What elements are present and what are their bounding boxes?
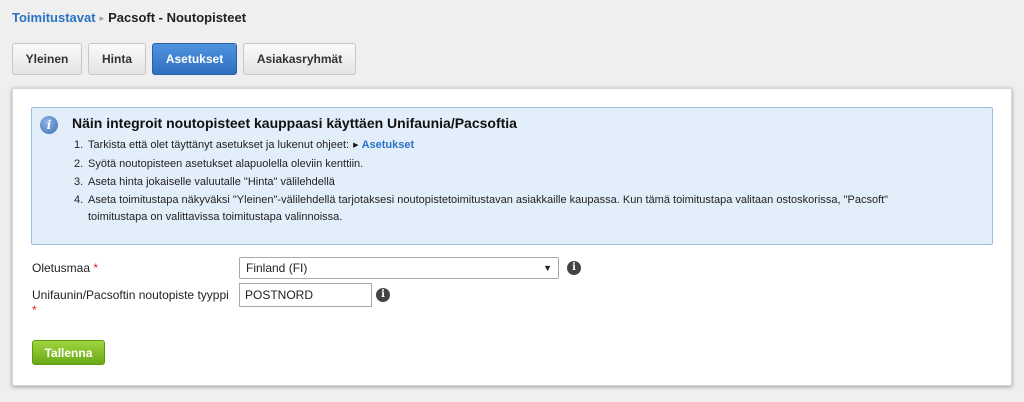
pickup-type-label: Unifaunin/Pacsoftin noutopiste tyyppi *	[32, 288, 229, 317]
pickup-type-help-icon[interactable]: i	[376, 288, 390, 302]
instruction-list: 1. Tarkista että olet täyttänyt asetukset…	[74, 137, 888, 227]
info-box: i Näin integroit noutopisteet kauppaasi …	[31, 107, 993, 245]
country-help-icon[interactable]: i	[567, 261, 581, 275]
required-mark: *	[32, 303, 37, 317]
info-icon: i	[40, 116, 58, 134]
chevron-down-icon: ▼	[543, 263, 552, 273]
page-title: Pacsoft - Noutopisteet	[108, 10, 247, 25]
list-item: 3. Aseta hinta jokaiselle valuutalle "Hin…	[74, 176, 335, 188]
country-label: Oletusmaa *	[32, 261, 99, 275]
country-select[interactable]: Finland (FI) ▼	[239, 257, 559, 279]
settings-panel: i Näin integroit noutopisteet kauppaasi …	[12, 88, 1012, 386]
list-item: 2. Syötä noutopisteen asetukset alapuolel…	[74, 158, 364, 170]
breadcrumb: Toimitustavat ▸ Pacsoft - Noutopisteet	[12, 10, 246, 25]
breadcrumb-parent-link[interactable]: Toimitustavat	[12, 10, 96, 25]
tab-asetukset[interactable]: Asetukset	[152, 43, 237, 75]
asetukset-link[interactable]: Asetukset	[362, 139, 415, 151]
save-button[interactable]: Tallenna	[32, 340, 105, 365]
breadcrumb-separator-icon: ▸	[99, 13, 105, 23]
tab-asiakasryhmat[interactable]: Asiakasryhmät	[243, 43, 356, 75]
pickup-type-input[interactable]	[239, 283, 372, 307]
list-item: 1. Tarkista että olet täyttänyt asetukset…	[74, 139, 415, 151]
info-title: Näin integroit noutopisteet kauppaasi kä…	[72, 115, 517, 131]
tab-hinta[interactable]: Hinta	[88, 43, 146, 75]
triangle-right-icon: ▶	[353, 142, 359, 149]
required-mark: *	[93, 261, 99, 275]
country-select-value: Finland (FI)	[246, 261, 308, 275]
list-item: 4. Aseta toimitustapa näkyväksi "Yleinen"…	[74, 194, 889, 223]
tab-yleinen[interactable]: Yleinen	[12, 43, 82, 75]
tab-bar: Yleinen Hinta Asetukset Asiakasryhmät	[12, 43, 356, 75]
